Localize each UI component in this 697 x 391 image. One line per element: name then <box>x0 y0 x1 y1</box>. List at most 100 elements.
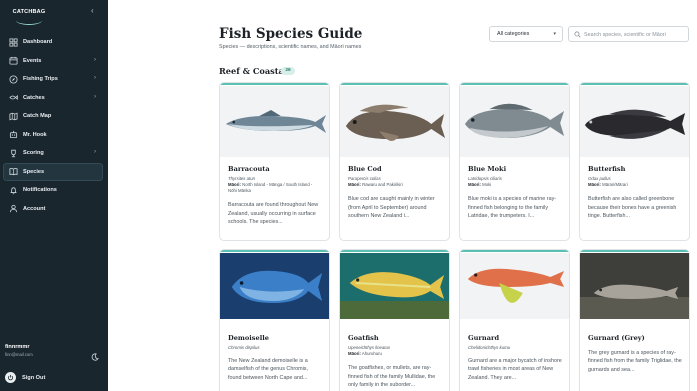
species-description: Barracouta are found throughout New Zeal… <box>228 202 319 226</box>
species-name: Blue Moki <box>468 165 507 173</box>
sidebar-item-species[interactable]: Species <box>3 162 103 181</box>
sidebar-nav: Dashboard Events › Fishing Trips › Catch… <box>3 33 103 218</box>
sidebar-item-catches[interactable]: Catches › <box>3 89 103 108</box>
maori-value: Moki <box>482 182 492 187</box>
sign-out-button[interactable]: Sign Out <box>5 372 45 383</box>
species-description: The New Zealand demoiselle is a damselfi… <box>228 358 308 381</box>
species-scientific-name: Chelidonichthys kumu <box>468 345 511 350</box>
sidebar-item-label: Dashboard <box>23 39 53 46</box>
card-accent <box>580 250 689 252</box>
maori-value: Rawaru and Pakirikiri <box>362 182 403 187</box>
maori-label: Māori: <box>348 351 361 356</box>
power-icon <box>5 372 16 383</box>
sidebar-item-notifications[interactable]: Notifications <box>3 181 103 200</box>
sidebar-item-label: Notifications <box>23 187 57 194</box>
catchbag-logo[interactable]: CATCHBAG <box>12 6 46 28</box>
species-image <box>460 86 569 157</box>
species-name: Blue Cod <box>348 165 382 173</box>
chevron-right-icon: › <box>94 93 96 100</box>
sign-out-label: Sign Out <box>22 374 46 381</box>
sidebar-item-mr-hook[interactable]: Mr. Hook <box>3 126 103 145</box>
maori-label: Māori: <box>588 182 601 187</box>
species-image <box>340 86 449 157</box>
sidebar-item-catch-map[interactable]: Catch Map <box>3 107 103 126</box>
species-card-butterfish[interactable]: Butterfish Odax pullus Māori: Mārari/Mār… <box>579 82 690 241</box>
trophy-icon <box>9 149 18 158</box>
species-name: Butterfish <box>588 165 626 173</box>
species-scientific-name: Parapercis colias <box>348 176 381 181</box>
sidebar-item-label: Account <box>23 205 46 212</box>
species-card-goatfish[interactable]: Goatfish Upeneichthys lineatus Māori: Ah… <box>339 249 450 391</box>
chevron-down-icon: ▾ <box>553 31 556 37</box>
sidebar-item-label: Catch Map <box>23 113 52 120</box>
species-card-gurnard-grey[interactable]: Gurnard (Grey) The grey gurnard is a spe… <box>579 249 690 391</box>
category-select[interactable]: All categories ▾ <box>489 26 563 42</box>
species-image <box>340 253 449 319</box>
sidebar-item-label: Events <box>23 57 42 64</box>
species-maori-name: Māori: Moki <box>468 182 562 188</box>
card-accent <box>460 250 569 252</box>
user-profile[interactable]: finnrmmr finn@mail.com <box>5 344 103 357</box>
card-body: Gurnard Chelidonichthys kumu Gurnard are… <box>468 334 562 382</box>
maori-label: Māori: <box>468 182 481 187</box>
species-scientific-name: Chromis dispilus <box>228 345 260 350</box>
sidebar-item-fishing-trips[interactable]: Fishing Trips › <box>3 70 103 89</box>
calendar-icon <box>9 56 18 65</box>
category-select-value: All categories <box>497 31 530 37</box>
species-image <box>220 253 329 319</box>
sidebar-item-label: Catches <box>23 94 45 101</box>
species-name: Barracouta <box>228 165 270 173</box>
sidebar-item-label: Fishing Trips <box>23 76 58 83</box>
user-name: finnrmmr <box>5 344 30 350</box>
species-name: Gurnard (Grey) <box>588 334 645 342</box>
chevron-right-icon: › <box>94 56 96 63</box>
card-body: Blue Moki Latridopsis ciliaris Māori: Mo… <box>468 165 562 220</box>
card-body: Butterfish Odax pullus Māori: Mārari/Mār… <box>588 165 682 220</box>
user-icon <box>9 204 18 213</box>
card-accent <box>220 250 329 252</box>
sidebar-item-account[interactable]: Account <box>3 200 103 219</box>
species-card-gurnard[interactable]: Gurnard Chelidonichthys kumu Gurnard are… <box>459 249 570 391</box>
species-card-blue-moki[interactable]: Blue Moki Latridopsis ciliaris Māori: Mo… <box>459 82 570 241</box>
species-description: The goatfishes, or mullets, are ray-finn… <box>348 365 436 388</box>
card-accent <box>340 83 449 85</box>
card-body: Demoiselle Chromis dispilus The New Zeal… <box>228 334 322 382</box>
chevron-right-icon: › <box>94 75 96 81</box>
species-name: Gurnard <box>468 334 500 342</box>
book-icon <box>9 167 18 176</box>
species-maori-name: Māori: Mārari/Mārari <box>588 182 682 188</box>
logo-text: CATCHBAG <box>12 9 46 15</box>
sidebar-item-scoring[interactable]: Scoring › <box>3 144 103 163</box>
user-email: finn@mail.com <box>5 352 33 357</box>
sidebar: CATCHBAG ‹ Dashboard Events › Fishing Tr… <box>0 0 108 391</box>
species-scientific-name: Latridopsis ciliaris <box>468 176 502 181</box>
species-scientific-name: Upeneichthys lineatus <box>348 345 391 350</box>
species-card-demoiselle[interactable]: Demoiselle Chromis dispilus The New Zeal… <box>219 249 330 391</box>
species-card-barracouta[interactable]: Barracouta Thyrsites atun Māori: North I… <box>219 82 330 241</box>
search-input[interactable] <box>584 29 686 40</box>
chevron-left-icon[interactable]: ‹ <box>91 6 94 15</box>
grid-icon <box>9 38 18 47</box>
species-card-blue-cod[interactable]: Blue Cod Parapercis colias Māori: Rawaru… <box>339 82 450 241</box>
maori-value: Ahuruhuru <box>361 351 382 356</box>
maori-value: North Island - Mānga / South Island - Nō… <box>228 182 313 194</box>
search-icon <box>574 31 581 38</box>
sidebar-item-dashboard[interactable]: Dashboard <box>3 33 103 52</box>
section-title: Reef & Coastal <box>219 66 287 76</box>
card-body: Blue Cod Parapercis colias Māori: Rawaru… <box>348 165 442 220</box>
card-body: Barracouta Thyrsites atun Māori: North I… <box>228 165 322 227</box>
species-name: Goatfish <box>348 334 379 342</box>
species-scientific-name: Thyrsites atun <box>228 176 255 181</box>
sidebar-item-events[interactable]: Events › <box>3 52 103 71</box>
species-description: Blue moki is a species of marine ray-fin… <box>468 196 557 219</box>
moon-icon[interactable] <box>91 348 99 361</box>
card-accent <box>580 83 689 85</box>
card-accent <box>340 250 449 252</box>
page-title: Fish Species Guide <box>219 26 363 42</box>
maori-label: Māori: <box>348 182 361 187</box>
species-image <box>220 86 329 157</box>
species-maori-name: Māori: North Island - Mānga / South Isla… <box>228 182 322 194</box>
bell-icon <box>9 186 18 195</box>
species-image <box>580 253 689 319</box>
species-description: The grey gurnard is a species of ray-fin… <box>588 350 682 373</box>
